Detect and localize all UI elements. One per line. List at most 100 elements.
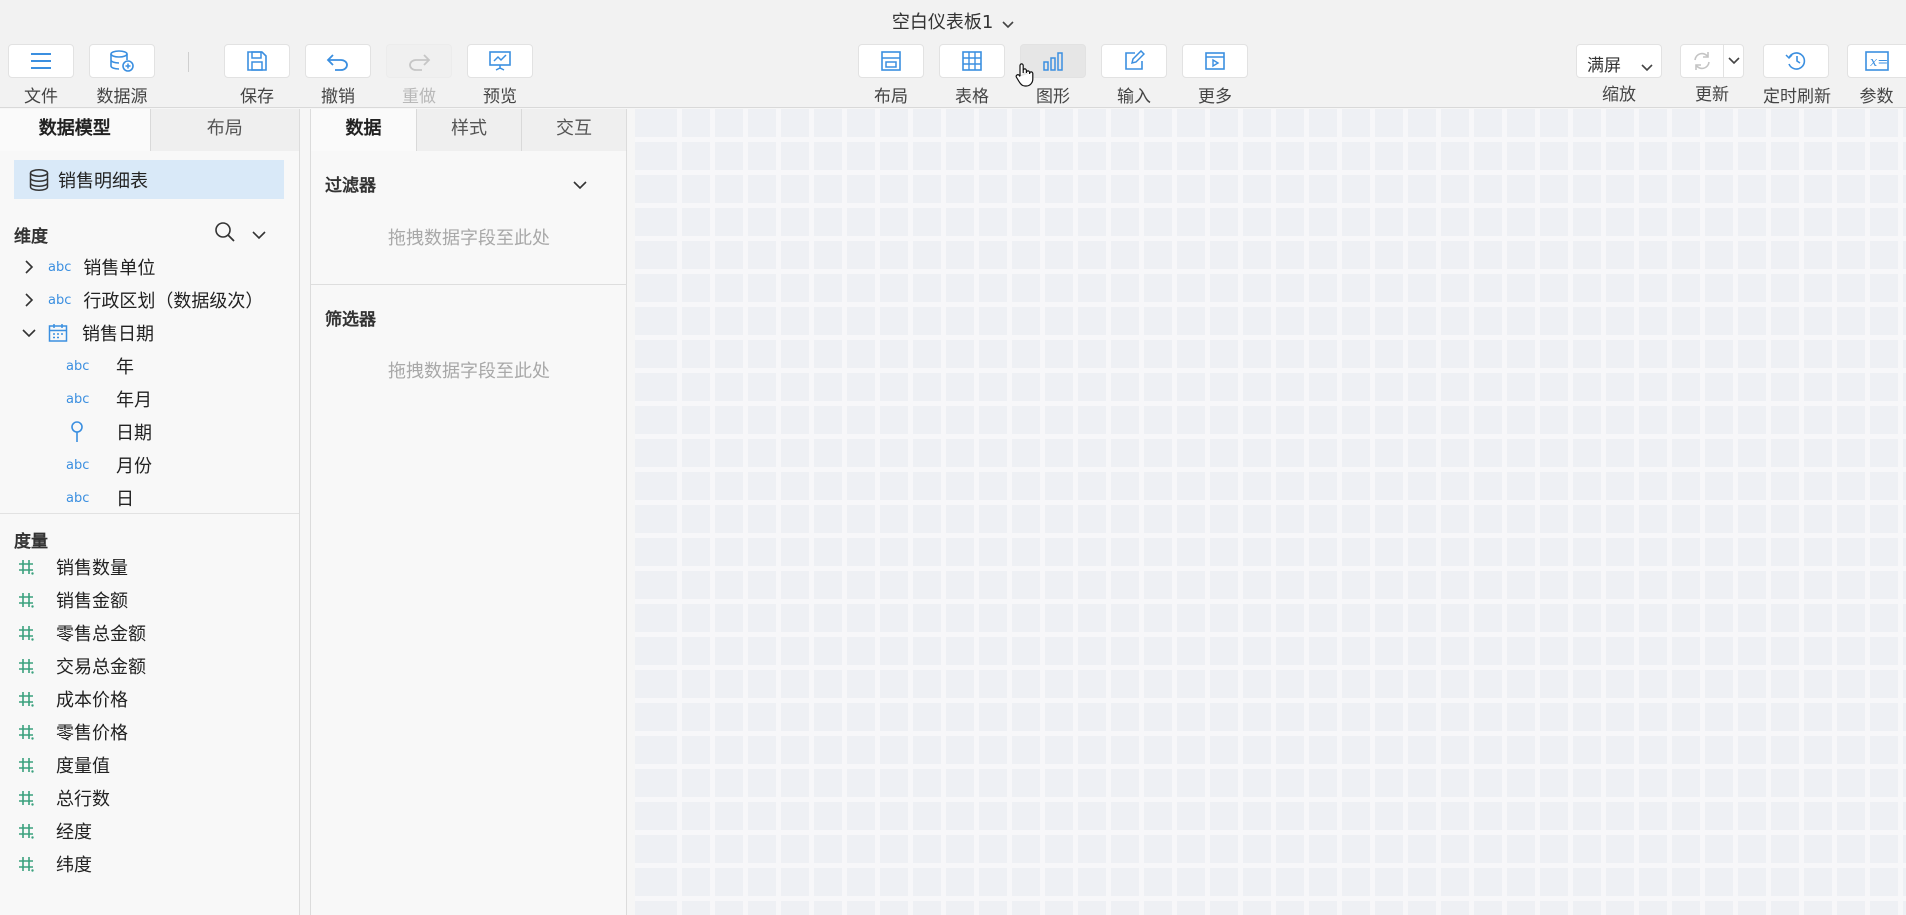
date-field-year[interactable]: abc 年 <box>66 353 134 379</box>
chevron-right-icon[interactable] <box>22 293 36 307</box>
params-label: 参数 <box>1859 87 1894 107</box>
redo-button[interactable]: 重做 <box>386 44 452 107</box>
field-label: 日期 <box>116 423 152 444</box>
function-icon: x= <box>1847 44 1906 78</box>
measure-label: 零售总金额 <box>56 624 146 645</box>
tab-data[interactable]: 数据 <box>311 109 416 151</box>
selector-drop-zone[interactable]: 拖拽数据字段至此处 <box>311 357 627 383</box>
refresh-control <box>1680 44 1744 78</box>
more-button[interactable]: 更多 <box>1182 44 1248 107</box>
dashboard-canvas[interactable] <box>635 109 1906 915</box>
measure-hash-icon <box>18 856 42 872</box>
file-button[interactable]: 文件 <box>8 44 74 107</box>
measure-item[interactable]: 成本价格 <box>18 686 128 712</box>
chevron-down-icon[interactable] <box>252 225 266 244</box>
scheduled-refresh-button[interactable]: 定时刷新 <box>1763 44 1831 107</box>
measure-hash-icon <box>18 592 42 608</box>
calendar-icon <box>48 323 68 343</box>
geo-pin-icon <box>66 421 104 443</box>
layout-button[interactable]: 布局 <box>858 44 924 107</box>
clock-history-icon <box>1763 44 1829 78</box>
field-label: 年 <box>116 357 134 378</box>
model-item[interactable]: 销售明细表 <box>14 160 284 199</box>
layout-icon <box>858 44 924 78</box>
text-type-icon: abc <box>66 391 90 407</box>
redo-icon <box>386 44 452 78</box>
scheduled-refresh-label: 定时刷新 <box>1763 87 1831 107</box>
toolbar-divider <box>188 52 189 72</box>
chevron-down-icon[interactable] <box>22 328 36 338</box>
text-type-icon: abc <box>66 358 90 374</box>
date-field-date[interactable]: 日期 <box>66 419 152 445</box>
undo-button[interactable]: 撤销 <box>305 44 371 107</box>
measure-item[interactable]: 销售金额 <box>18 587 128 613</box>
measure-label: 销售数量 <box>56 558 128 579</box>
table-icon <box>939 44 1005 78</box>
search-icon[interactable] <box>214 221 236 247</box>
measure-item[interactable]: 经度 <box>18 818 92 844</box>
preview-label: 预览 <box>483 87 517 107</box>
refresh-label: 更新 <box>1695 85 1729 105</box>
properties-tabs: 数据 样式 交互 <box>311 109 627 151</box>
datasource-label: 数据源 <box>96 87 148 107</box>
measure-heading: 度量 <box>14 532 48 552</box>
measure-label: 销售金额 <box>56 591 128 612</box>
measure-item[interactable]: 度量值 <box>18 752 110 778</box>
menu-icon <box>8 44 74 78</box>
zoom-value: 满屏 <box>1587 56 1621 76</box>
chevron-right-icon[interactable] <box>22 260 36 274</box>
properties-panel: 数据 样式 交互 过滤器 拖拽数据字段至此处 筛选器 拖拽数据字段至此处 <box>310 109 627 915</box>
section-divider <box>0 513 299 514</box>
zoom-select[interactable]: 满屏 <box>1576 44 1662 78</box>
measure-item[interactable]: 纬度 <box>18 851 92 877</box>
input-button[interactable]: 输入 <box>1101 44 1167 107</box>
tab-interaction[interactable]: 交互 <box>521 109 626 151</box>
dimension-item-sales-date[interactable]: 销售日期 <box>22 320 154 346</box>
table-button[interactable]: 表格 <box>939 44 1005 107</box>
chevron-down-icon <box>1002 13 1014 34</box>
edit-icon <box>1101 44 1167 78</box>
model-name: 销售明细表 <box>58 170 148 192</box>
dimension-label: 行政区划（数据级次） <box>83 291 264 312</box>
filter-heading: 过滤器 <box>325 176 376 196</box>
measure-hash-icon <box>18 823 42 839</box>
chevron-down-icon[interactable] <box>573 175 587 194</box>
measure-item[interactable]: 交易总金额 <box>18 653 146 679</box>
datasource-button[interactable]: 数据源 <box>89 44 155 107</box>
save-button[interactable]: 保存 <box>224 44 290 107</box>
measure-item[interactable]: 总行数 <box>18 785 110 811</box>
preview-button[interactable]: 预览 <box>467 44 533 107</box>
dashboard-title[interactable]: 空白仪表板1 <box>0 8 1906 34</box>
dimension-item-sales-unit[interactable]: abc 销售单位 <box>22 254 155 280</box>
measure-label: 度量值 <box>56 756 110 777</box>
measure-label: 总行数 <box>56 789 110 810</box>
measure-hash-icon <box>18 691 42 707</box>
measure-label: 成本价格 <box>56 690 128 711</box>
measure-hash-icon <box>18 757 42 773</box>
params-button[interactable]: x= 参数 <box>1847 44 1906 107</box>
measure-item[interactable]: 零售总金额 <box>18 620 146 646</box>
dimension-item-admin-region[interactable]: abc 行政区划（数据级次） <box>22 287 263 313</box>
tab-data-model[interactable]: 数据模型 <box>0 109 150 151</box>
refresh-icon[interactable] <box>1681 45 1723 77</box>
dimension-label: 销售日期 <box>82 324 154 345</box>
tab-layout[interactable]: 布局 <box>149 109 299 151</box>
date-field-day[interactable]: abc 日 <box>66 485 134 511</box>
text-type-icon: abc <box>66 457 90 473</box>
chevron-down-icon <box>1641 57 1653 77</box>
filter-drop-zone[interactable]: 拖拽数据字段至此处 <box>311 224 627 250</box>
measure-item[interactable]: 零售价格 <box>18 719 128 745</box>
chevron-down-icon[interactable] <box>1724 45 1744 77</box>
text-type-icon: abc <box>48 259 72 275</box>
table-label: 表格 <box>955 87 989 107</box>
date-field-month[interactable]: abc 月份 <box>66 452 152 478</box>
tab-style[interactable]: 样式 <box>416 109 521 151</box>
undo-label: 撤销 <box>321 87 355 107</box>
hand-cursor-icon <box>1014 62 1034 92</box>
measure-label: 交易总金额 <box>56 657 146 678</box>
date-field-year-month[interactable]: abc 年月 <box>66 386 152 412</box>
media-icon <box>1182 44 1248 78</box>
measure-item[interactable]: 销售数量 <box>18 554 128 580</box>
measure-hash-icon <box>18 625 42 641</box>
zoom-label: 缩放 <box>1602 85 1636 105</box>
